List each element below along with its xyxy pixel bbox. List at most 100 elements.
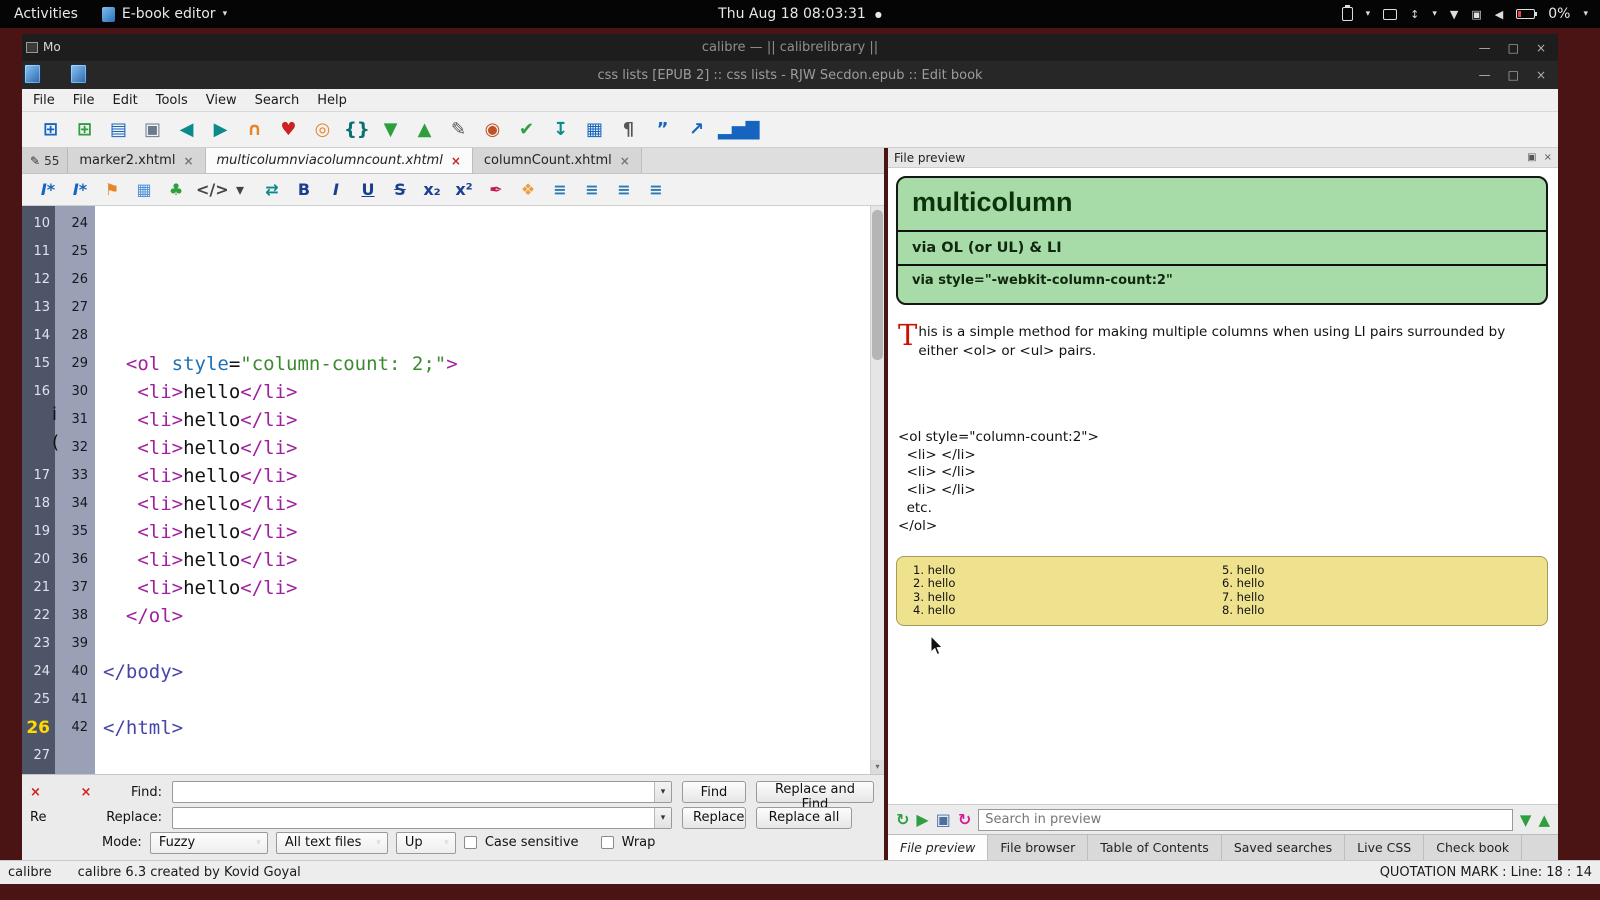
replace-and-find-button[interactable]: Replace and Find [756, 781, 874, 812]
italic-icon[interactable]: I [324, 180, 348, 199]
forward-icon[interactable]: ▶ [208, 119, 233, 140]
code-line[interactable]: </body> [103, 658, 884, 686]
app-menu[interactable]: E-book editor ▾ [101, 6, 227, 22]
minimize-icon[interactable]: — [1479, 41, 1491, 55]
code-line[interactable] [103, 266, 884, 294]
add-book-icon[interactable]: ⊞ [38, 119, 63, 140]
network-icon[interactable]: ▼ [1450, 8, 1458, 21]
direction-select[interactable]: Up ▾ [395, 831, 456, 854]
refresh-preview-icon[interactable]: ↻ [896, 810, 909, 829]
menu-item[interactable]: Search [246, 93, 309, 108]
upload-icon[interactable]: ↗ [684, 119, 709, 140]
panel-tab[interactable]: Check book [1424, 835, 1523, 860]
insert-icon[interactable]: ↧ [548, 119, 573, 140]
panel-tab[interactable]: Live CSS [1345, 835, 1425, 860]
paragraph-icon[interactable]: ¶ [616, 119, 641, 140]
align-center-icon[interactable]: ≡ [580, 180, 604, 199]
insert-image-icon[interactable]: ▦ [132, 180, 156, 199]
chevron-down-icon[interactable]: ▾ [1432, 9, 1437, 19]
panel-tab[interactable]: Saved searches [1222, 835, 1346, 860]
code-line[interactable]: <li>hello</li> [103, 434, 884, 462]
input-source-icon[interactable]: ↕ [1410, 8, 1419, 21]
scope-select[interactable]: All text files ▾ [275, 831, 388, 854]
pin-icon[interactable]: ⚑ [100, 180, 124, 199]
menu-item[interactable]: View [197, 93, 246, 108]
search-next-icon[interactable]: ▼ [1520, 811, 1532, 829]
close-icon[interactable]: × [1536, 41, 1546, 55]
code-line[interactable]: </html> [103, 714, 884, 742]
editor-scrollbar[interactable]: ▾ [870, 206, 884, 774]
mode-select[interactable]: Fuzzy ▾ [149, 831, 268, 854]
code-area[interactable]: <ol style="column-count: 2;"> <li>hello<… [95, 206, 884, 774]
code-line[interactable]: <li>hello</li> [103, 462, 884, 490]
find-button[interactable]: Find [682, 781, 746, 804]
activities-button[interactable]: Activities [14, 6, 78, 22]
screenshot-icon[interactable] [1383, 8, 1398, 20]
clock[interactable]: Thu Aug 18 08:03:31 ● [718, 6, 882, 22]
code-line[interactable]: <ol style="column-count: 2;"> [103, 350, 884, 378]
editor-tab[interactable]: marker2.xhtml × [68, 148, 206, 173]
chevron-down-icon[interactable]: ▾ [654, 782, 671, 803]
chevron-down-icon[interactable]: ▾ [1366, 9, 1371, 19]
save-icon[interactable]: ▣ [140, 119, 165, 140]
palette-icon[interactable]: ❖ [516, 180, 540, 199]
brush-icon[interactable]: ✒ [484, 180, 508, 199]
menu-item[interactable]: Tools [147, 93, 197, 108]
quote-icon[interactable]: ” [650, 119, 675, 140]
code-line[interactable] [103, 322, 884, 350]
close-find-icon[interactable]: × [80, 785, 91, 800]
code-line[interactable]: <li>hello</li> [103, 574, 884, 602]
split-view-icon[interactable]: ⇄ [260, 180, 284, 199]
align-right-icon[interactable]: ≡ [612, 180, 636, 199]
tab-close-icon[interactable]: × [183, 154, 193, 168]
replace-input[interactable] [173, 807, 654, 828]
code-line[interactable]: <li>hello</li> [103, 546, 884, 574]
menu-item[interactable]: Help [308, 93, 356, 108]
panel-tab[interactable]: File preview [888, 835, 989, 860]
panel-tab[interactable]: Table of Contents [1088, 835, 1222, 860]
subscript-icon[interactable]: x₂ [420, 180, 444, 199]
battery-icon[interactable] [1516, 9, 1538, 19]
edit-icon[interactable]: ✎ [446, 119, 471, 140]
superscript-icon[interactable]: x² [452, 180, 476, 199]
search-previous-icon[interactable]: ▲ [1538, 811, 1550, 829]
scrollbar-thumb[interactable] [872, 210, 883, 360]
dock-icon[interactable]: ▣ [1527, 152, 1536, 163]
code-line[interactable] [103, 210, 884, 238]
chart-icon[interactable]: ▂▅▇ [718, 119, 760, 140]
code-line[interactable]: <li>hello</li> [103, 490, 884, 518]
image-icon[interactable]: ▦ [582, 119, 607, 140]
arrow-up-icon[interactable]: ▲ [412, 119, 437, 140]
code-line[interactable] [103, 630, 884, 658]
clipboard-icon[interactable] [1341, 5, 1353, 21]
code-line[interactable]: <li>hello</li> [103, 518, 884, 546]
code-line[interactable]: <li>hello</li> [103, 378, 884, 406]
close-icon[interactable]: × [1536, 68, 1546, 82]
menu-item[interactable]: Edit [104, 93, 147, 108]
display-icon[interactable]: ▣ [1471, 8, 1481, 21]
strikethrough-icon[interactable]: S [388, 180, 412, 199]
align-left-icon[interactable]: ≡ [548, 180, 572, 199]
maximize-icon[interactable]: □ [1508, 68, 1519, 82]
menu-item[interactable]: File [64, 93, 104, 108]
replace-button[interactable]: Replace [682, 806, 746, 829]
code-line[interactable] [103, 686, 884, 714]
reload-preview-icon[interactable]: ↻ [958, 810, 971, 829]
editor-tab[interactable]: multicolumnviacolumncount.xhtml × [205, 148, 473, 173]
volume-icon[interactable]: ◀ [1495, 8, 1503, 21]
braces-icon[interactable]: {} [344, 119, 370, 140]
chevron-down-icon[interactable]: ▾ [228, 180, 252, 199]
align-justify-icon[interactable]: ≡ [644, 180, 668, 199]
wrap-checkbox[interactable] [600, 836, 614, 850]
bug-icon[interactable]: ◉ [480, 119, 505, 140]
insert-link-icon[interactable]: I* [36, 180, 60, 199]
panel-tab[interactable]: File browser [988, 835, 1089, 860]
tab-close-icon[interactable]: × [620, 154, 630, 168]
code-line[interactable] [103, 238, 884, 266]
menu-item[interactable]: File [24, 93, 64, 108]
open-book-icon[interactable]: ▤ [106, 119, 131, 140]
run-preview-icon[interactable]: ▶ [916, 810, 928, 829]
preview-search-input[interactable] [978, 808, 1513, 831]
code-editor[interactable]: 10 11 12 13 14 15 16 17 18 19 20 21 22 23 24 25 26 27 24 2… [22, 206, 884, 774]
scrollbar-down-arrow[interactable]: ▾ [871, 760, 884, 774]
